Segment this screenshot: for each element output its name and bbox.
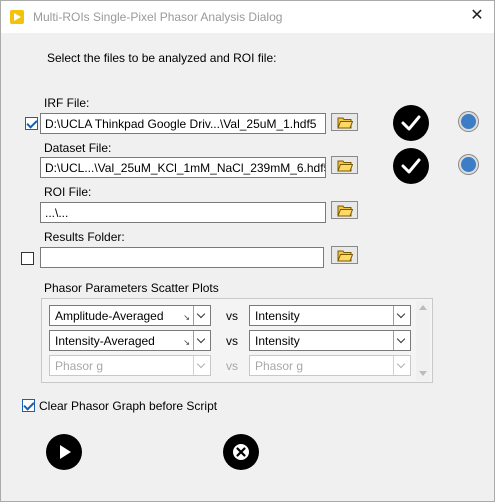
dataset-browse-button[interactable] (331, 156, 358, 174)
clear-graph-label: Clear Phasor Graph before Script (39, 399, 218, 413)
close-button[interactable]: ✕ (467, 6, 487, 26)
folder-icon (337, 205, 353, 217)
resize-corner-icon: ↘ (183, 313, 190, 322)
scroll-down-icon[interactable] (419, 371, 427, 376)
scroll-up-icon[interactable] (419, 305, 427, 310)
clear-graph-checkbox[interactable] (22, 399, 35, 412)
dataset-file-field[interactable]: D:\UCL...\Val_25uM_KCl_1mM_NaCl_239mM_6.… (40, 157, 326, 178)
roi-file-field[interactable]: ...\... (40, 202, 326, 223)
irf-file-field[interactable]: D:\UCLA Thinkpad Google Driv...\Val_25uM… (40, 113, 326, 134)
instructions-text: Select the files to be analyzed and ROI … (47, 51, 277, 65)
scatter-row1-left-value: Amplitude-Averaged (55, 309, 164, 323)
title-bar: Multi-ROIs Single-Pixel Phasor Analysis … (1, 1, 494, 33)
scatter-row1-left-select[interactable]: Amplitude-Averaged ↘ (49, 305, 211, 326)
resize-corner-icon: ↘ (183, 338, 190, 347)
scatter-row3-vs-label: vs (226, 359, 238, 373)
chevron-down-icon[interactable] (193, 331, 210, 350)
irf-status-indicator (393, 105, 429, 141)
scatter-row3-left-value: Phasor g (55, 359, 104, 373)
results-enable-checkbox[interactable] (21, 252, 34, 265)
scatter-plots-label: Phasor Parameters Scatter Plots (44, 281, 219, 295)
check-icon (401, 158, 421, 174)
irf-enable-checkbox[interactable] (25, 117, 38, 130)
dataset-file-label: Dataset File: (44, 141, 112, 155)
chevron-down-icon[interactable] (393, 356, 410, 375)
scatter-row2-right-select[interactable]: Intensity (249, 330, 411, 351)
folder-icon (337, 160, 353, 172)
scatter-row1-vs-label: vs (226, 309, 238, 323)
cancel-button[interactable] (223, 434, 259, 470)
chevron-down-icon[interactable] (193, 356, 210, 375)
scatter-row1-right-select[interactable]: Intensity (249, 305, 411, 326)
dialog-window: Multi-ROIs Single-Pixel Phasor Analysis … (0, 0, 495, 502)
irf-file-label: IRF File: (44, 96, 90, 110)
scatter-row2-left-select[interactable]: Intensity-Averaged ↘ (49, 330, 211, 351)
folder-icon (337, 250, 353, 262)
scatter-row2-vs-label: vs (226, 334, 238, 348)
scatter-row3-right-select[interactable]: Phasor g (249, 355, 411, 376)
irf-led-indicator (459, 112, 478, 131)
folder-icon (337, 117, 353, 129)
scatter-row3-left-select[interactable]: Phasor g (49, 355, 211, 376)
window-title: Multi-ROIs Single-Pixel Phasor Analysis … (33, 10, 283, 24)
irf-browse-button[interactable] (331, 113, 358, 131)
dataset-led-indicator (459, 155, 478, 174)
results-folder-label: Results Folder: (44, 230, 125, 244)
scatter-scrollbar[interactable] (416, 301, 430, 381)
dataset-status-indicator (393, 148, 429, 184)
roi-file-label: ROI File: (44, 185, 92, 199)
check-icon (401, 115, 421, 131)
results-folder-field[interactable] (40, 247, 324, 268)
scatter-row2-left-value: Intensity-Averaged (55, 334, 155, 348)
scatter-row3-right-value: Phasor g (255, 359, 304, 373)
run-button[interactable] (46, 434, 82, 470)
scatter-row2-right-value: Intensity (255, 334, 300, 348)
play-icon (60, 445, 71, 459)
cancel-icon (233, 444, 249, 460)
chevron-down-icon[interactable] (393, 331, 410, 350)
results-browse-button[interactable] (331, 246, 358, 264)
roi-browse-button[interactable] (331, 201, 358, 219)
chevron-down-icon[interactable] (193, 306, 210, 325)
chevron-down-icon[interactable] (393, 306, 410, 325)
app-icon (10, 10, 24, 24)
scatter-row1-right-value: Intensity (255, 309, 300, 323)
